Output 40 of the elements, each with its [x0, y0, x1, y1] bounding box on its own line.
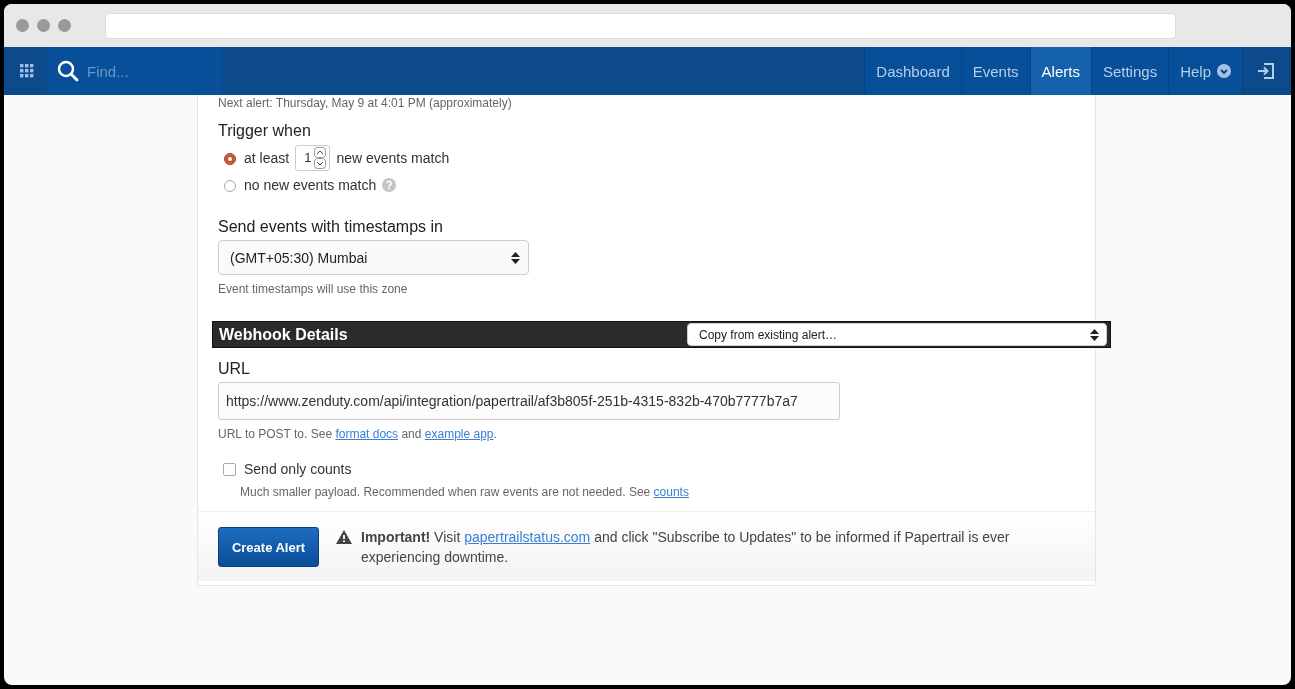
- select-arrows-icon: [511, 250, 520, 265]
- search-field[interactable]: Find...: [47, 47, 222, 95]
- hint-text: Event timestamps will use this zone: [218, 282, 409, 296]
- docs-link[interactable]: example app: [424, 427, 494, 441]
- docs-link[interactable]: format docs: [335, 427, 399, 441]
- radio-button[interactable]: [224, 180, 236, 192]
- field-label: URL: [218, 360, 251, 378]
- select-arrows-icon: [1090, 327, 1099, 342]
- window-controls-icon[interactable]: [16, 19, 71, 32]
- option-label: no new events match: [244, 176, 377, 193]
- nav-tab[interactable]: Help: [1168, 47, 1242, 95]
- apps-grid-icon[interactable]: [20, 64, 34, 78]
- timezone-select[interactable]: (GMT+05:30) Mumbai: [218, 240, 529, 275]
- number-field[interactable]: 1: [295, 144, 331, 171]
- option-label: new events match: [336, 149, 450, 166]
- radio-button[interactable]: [224, 153, 236, 165]
- status-link[interactable]: papertrailstatus.com: [464, 529, 591, 545]
- hint-text: Much smaller payload. Recommended when raw events are not needed. See counts: [239, 485, 690, 499]
- section-heading: Send events with timestamps in: [218, 218, 444, 236]
- counts-link[interactable]: counts: [653, 485, 689, 499]
- section-title: Webhook Details: [219, 325, 348, 344]
- checkbox-label: Send only counts: [244, 461, 352, 477]
- nav-tab[interactable]: Dashboard: [864, 47, 961, 95]
- next-alert-text: Next alert: Thursday, May 9 at 4:01 PM (approximately): [218, 96, 513, 110]
- spinner-arrows-icon[interactable]: [314, 146, 327, 169]
- nav-tab[interactable]: Events: [960, 47, 1030, 95]
- help-icon[interactable]: [382, 177, 397, 192]
- checkbox[interactable]: [223, 462, 236, 476]
- copy-alert-select[interactable]: Copy from existing alert…: [687, 323, 1107, 346]
- notice-text: Important! Visit papertrailstatus.com and click "Subscribe to Updates" to be informed if Papertrail is ever experiencing downtime.: [361, 528, 1011, 567]
- address-bar[interactable]: [105, 12, 1176, 39]
- nav-tab[interactable]: Settings: [1090, 47, 1169, 95]
- option-label: at least: [244, 149, 290, 166]
- section-heading: Trigger when: [218, 122, 312, 140]
- sign-out-icon[interactable]: [1257, 62, 1275, 80]
- url-field[interactable]: https://www.zenduty.com/api/integration/papertrail/af3b805f-251b-4315-832b-470b7777b7a7: [218, 382, 840, 420]
- create-alert-button[interactable]: Create Alert: [218, 527, 319, 567]
- warning-icon: [336, 530, 352, 544]
- nav-tab[interactable]: Alerts: [1029, 47, 1091, 95]
- hint-text: URL to POST to. See format docs and example app.: [218, 427, 498, 441]
